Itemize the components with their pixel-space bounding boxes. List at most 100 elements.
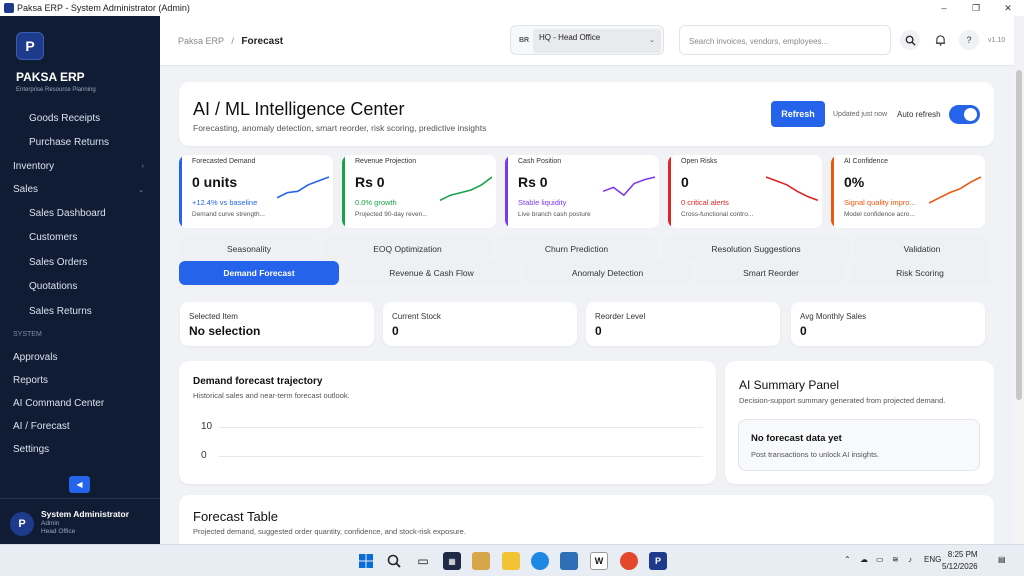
window-title-bar: Paksa ERP - System Administrator (Admin)… [0, 0, 1024, 16]
brand-logo[interactable]: P [16, 32, 44, 60]
top-bar: Paksa ERP / Forecast BR HQ - Head Office… [160, 16, 1014, 66]
brand-subtitle: Enterprise Resource Planning [16, 87, 96, 93]
minimize-button[interactable]: – [928, 0, 960, 16]
sidebar-item-label: Quotations [29, 281, 78, 293]
auto-refresh-toggle[interactable] [949, 105, 980, 124]
kpi-sparkline [929, 176, 981, 204]
brand-name: PAKSA ERP [16, 70, 85, 84]
kpi-sparkline [603, 176, 655, 197]
sidebar-item[interactable]: Inventory › [0, 155, 160, 178]
updated-status: Updated just now [833, 111, 888, 118]
kpi-card[interactable]: Open Risks 0 0 critical alerts Cross-functi… [668, 155, 822, 228]
sidebar-item-label: Sales Orders [29, 256, 88, 268]
stat-value: 0 [595, 324, 602, 338]
edge-browser-icon[interactable] [531, 552, 549, 570]
chevron-down-icon: ⌄ [649, 37, 655, 44]
notification-icon[interactable]: ▤ [998, 555, 1006, 564]
breadcrumb-root[interactable]: Paksa ERP [178, 36, 224, 46]
kpi-change: 0 critical alerts [681, 198, 729, 207]
kpi-note: Projected 90-day reven... [355, 211, 428, 218]
store-icon[interactable] [472, 552, 490, 570]
sidebar-item[interactable]: Quotations [0, 275, 160, 300]
file-explorer-icon[interactable] [502, 552, 520, 570]
bell-icon[interactable] [930, 30, 950, 50]
demand-forecast-chart-card: Demand forecast trajectory Historical sa… [179, 361, 716, 484]
kpi-value: 0 [681, 174, 689, 190]
kpi-card[interactable]: AI Confidence 0% Signal quality impro... Mo… [831, 155, 985, 228]
sidebar-item-label: Sales Dashboard [29, 207, 106, 219]
app-icon [4, 3, 14, 13]
branch-code: BR [519, 37, 530, 44]
sidebar-item-label: Reports [13, 374, 49, 386]
tab-validation[interactable]: Validation [854, 237, 990, 261]
tab-seasonality[interactable]: Seasonality [179, 237, 319, 261]
tray-chevron-icon[interactable]: ⌃ [844, 555, 851, 564]
collapse-sidebar-button[interactable]: ◀ [69, 476, 90, 493]
kpi-label: Cash Position [518, 158, 562, 165]
page-scrollbar[interactable] [1014, 66, 1024, 544]
sidebar-item[interactable]: Sales ⌄ [0, 178, 160, 201]
windows-start-icon[interactable] [357, 552, 375, 570]
stat-card: Avg Monthly Sales 0 [791, 302, 985, 346]
taskbar-clock[interactable]: 8:25 PM 5/12/2026 [942, 549, 978, 573]
ai-empty-state: No forecast data yet Post transactions t… [738, 419, 980, 471]
tab-risk-scoring[interactable]: Risk Scoring [850, 261, 990, 285]
sidebar-section-label: SYSTEM [0, 324, 160, 346]
stat-card: Selected Item No selection [180, 302, 374, 346]
task-view-icon[interactable]: ▭ [414, 552, 432, 570]
y-tick-label: 10 [201, 421, 213, 432]
tab-smart-reorder[interactable]: Smart Reorder [697, 261, 845, 285]
sidebar-item-label: Goods Receipts [29, 112, 101, 124]
sidebar-item[interactable]: AI / Forecast [0, 415, 160, 438]
sidebar-item[interactable]: Approvals [0, 346, 160, 369]
search-icon[interactable] [900, 30, 920, 50]
taskbar-date: 5/12/2026 [942, 562, 978, 571]
sidebar-item[interactable]: Sales Returns [0, 299, 160, 324]
sidebar-item[interactable]: Sales Orders [0, 250, 160, 275]
tab-revenue-cash-flow[interactable]: Revenue & Cash Flow [344, 261, 519, 285]
branch-select[interactable]: HQ - Head Office ⌄ [533, 29, 661, 53]
widgets-icon[interactable]: ▦ [443, 552, 461, 570]
search-input[interactable]: Search invoices, vendors, employees... [679, 25, 891, 55]
gridline [219, 427, 703, 428]
kpi-label: Revenue Projection [355, 158, 417, 165]
wifi-icon[interactable]: ≋ [892, 555, 899, 564]
volume-icon[interactable]: ♪ [908, 555, 912, 564]
app-w-icon[interactable]: W [590, 552, 608, 570]
sidebar-item[interactable]: AI Command Center [0, 392, 160, 415]
user-avatar[interactable]: P [10, 512, 34, 536]
close-button[interactable]: ✕ [992, 0, 1024, 16]
sidebar: P PAKSA ERP Enterprise Resource Planning… [0, 16, 160, 544]
scrollbar-thumb[interactable] [1016, 70, 1022, 400]
sidebar-item[interactable]: Customers [0, 226, 160, 251]
sidebar-item[interactable]: Purchase Returns [0, 131, 160, 156]
refresh-button[interactable]: Refresh [771, 101, 825, 127]
microsoft-store-icon[interactable] [560, 552, 578, 570]
help-icon[interactable]: ? [959, 30, 979, 50]
tab-eoq-optimization[interactable]: EOQ Optimization [324, 237, 491, 261]
language-indicator[interactable]: ENG [924, 555, 941, 564]
sidebar-divider [0, 498, 160, 499]
sidebar-item[interactable]: Settings [0, 438, 160, 461]
tab-resolution-suggestions[interactable]: Resolution Suggestions [663, 237, 849, 261]
sidebar-item[interactable]: Reports [0, 369, 160, 392]
chrome-browser-icon[interactable] [620, 552, 638, 570]
gridline [219, 456, 703, 457]
maximize-button[interactable]: ❐ [960, 0, 992, 16]
taskbar-search-icon[interactable] [385, 552, 403, 570]
ai-empty-title: No forecast data yet [751, 433, 842, 444]
sidebar-item[interactable]: Goods Receipts [0, 106, 160, 131]
kpi-note: Demand curve strength... [192, 211, 265, 218]
tab-churn-prediction[interactable]: Churn Prediction [496, 237, 657, 261]
paksa-erp-taskbar-icon[interactable]: P [649, 552, 667, 570]
page-subtitle: Forecasting, anomaly detection, smart re… [193, 123, 487, 133]
kpi-card[interactable]: Revenue Projection Rs 0 0.0% growth Project… [342, 155, 496, 228]
sidebar-item[interactable]: Sales Dashboard [0, 201, 160, 226]
kpi-card[interactable]: Cash Position Rs 0 Stable liquidity Live br… [505, 155, 659, 228]
tab-demand-forecast[interactable]: Demand Forecast [179, 261, 339, 285]
branch-selector: BR HQ - Head Office ⌄ [510, 25, 664, 55]
tab-anomaly-detection[interactable]: Anomaly Detection [523, 261, 692, 285]
kpi-card[interactable]: Forecasted Demand 0 units +12.4% vs baseli… [179, 155, 333, 228]
cloud-icon[interactable]: ☁ [860, 555, 868, 564]
battery-icon[interactable]: ▭ [876, 555, 884, 564]
